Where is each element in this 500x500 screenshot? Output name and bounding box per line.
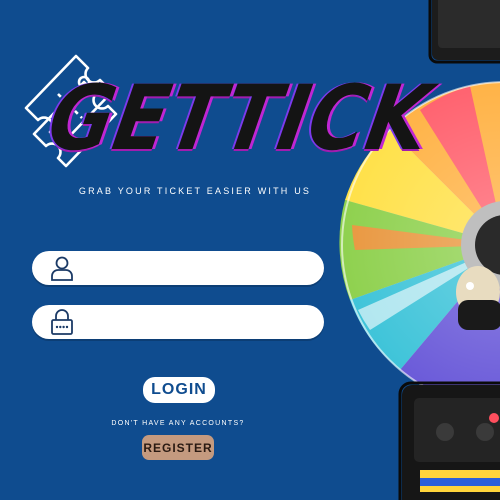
figure-image [456, 266, 500, 330]
user-icon [51, 256, 73, 281]
lock-icon [51, 309, 73, 335]
tagline: GRAB YOUR TICKET EASIER WITH US [78, 186, 312, 196]
cassette-bottom-image [398, 381, 500, 500]
login-screen: GETTICK GRAB YOUR TICKET EASIER WITH US … [0, 0, 500, 500]
cassette-top-image [428, 0, 500, 64]
username-input[interactable] [80, 251, 314, 287]
password-field[interactable] [32, 305, 324, 341]
password-input[interactable] [80, 305, 314, 341]
register-button[interactable]: REGISTER [142, 435, 214, 460]
username-field[interactable] [32, 251, 324, 287]
login-button[interactable]: LOGIN [143, 377, 215, 403]
no-account-text: DON'T HAVE ANY ACCOUNTS? [111, 420, 245, 427]
app-logo: GETTICK [40, 67, 439, 171]
